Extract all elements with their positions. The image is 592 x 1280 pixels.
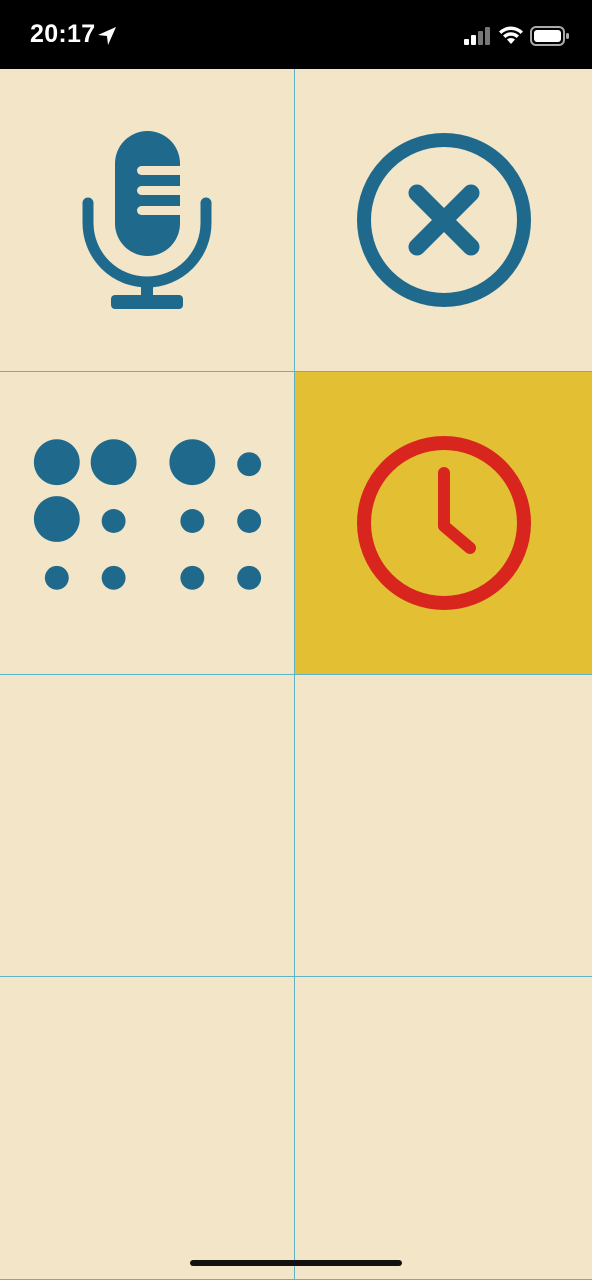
status-time: 20:17: [30, 20, 96, 48]
icon-grid: [0, 69, 592, 1280]
status-bar: 20:17: [0, 0, 592, 69]
app-screen: 20:17: [0, 0, 592, 1280]
grid-cell-empty[interactable]: [295, 977, 592, 1280]
close-circle-icon: [356, 133, 531, 307]
wifi-icon: [499, 26, 523, 44]
cellular-signal-icon: [464, 27, 490, 45]
grid-cell-empty[interactable]: [0, 977, 295, 1280]
grid-cell-braille[interactable]: [0, 372, 295, 675]
braille-icon: [33, 438, 262, 590]
grid-cell-empty[interactable]: [295, 675, 592, 977]
microphone-icon: [82, 130, 212, 309]
grid-cell-close[interactable]: [295, 69, 592, 372]
grid-cell-microphone[interactable]: [0, 69, 295, 372]
location-arrow-icon: [98, 27, 116, 45]
grid-cell-clock[interactable]: [295, 372, 592, 675]
battery-icon: [530, 26, 569, 46]
grid-cell-empty[interactable]: [0, 675, 295, 977]
home-indicator[interactable]: [190, 1260, 402, 1266]
clock-icon: [356, 436, 531, 610]
